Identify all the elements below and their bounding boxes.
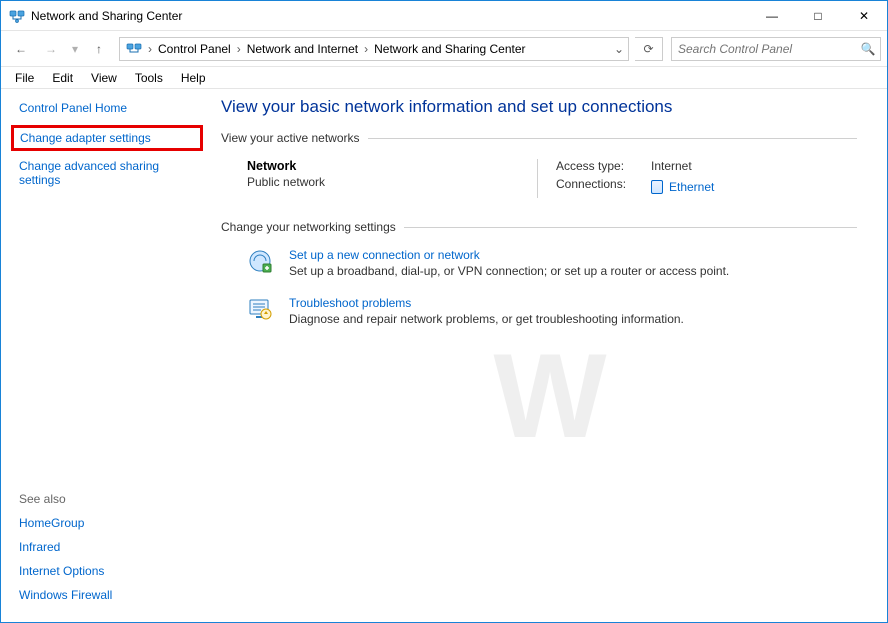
crumb-sep-icon: › [235, 42, 243, 56]
maximize-icon: □ [814, 9, 821, 23]
network-settings-list: Set up a new connection or network Set u… [247, 248, 857, 326]
access-type-label: Access type: [556, 159, 651, 173]
back-button[interactable]: ← [7, 36, 35, 62]
menu-edit[interactable]: Edit [44, 69, 81, 87]
see-also-header: See also [19, 492, 203, 506]
sidebar: Control Panel Home Change adapter settin… [1, 89, 213, 622]
window-controls: — □ ✕ [749, 1, 887, 30]
connection-link[interactable]: Ethernet [669, 180, 714, 194]
troubleshoot-link[interactable]: Troubleshoot problems [289, 296, 411, 310]
sidebar-item-advanced[interactable]: Change advanced sharing settings [19, 159, 159, 187]
window: Network and Sharing Center — □ ✕ ← → ▾ ↑… [0, 0, 888, 623]
search-icon[interactable]: 🔍 [856, 42, 880, 56]
search-box: 🔍 [671, 37, 881, 61]
see-also-windows-firewall[interactable]: Windows Firewall [19, 588, 112, 602]
access-type-value: Internet [651, 159, 692, 173]
minimize-button[interactable]: — [749, 1, 795, 30]
setup-connection-icon [247, 248, 273, 274]
menu-tools[interactable]: Tools [127, 69, 171, 87]
search-input[interactable] [672, 42, 856, 56]
menu-bar: File Edit View Tools Help [1, 67, 887, 89]
network-type: Public network [247, 175, 537, 189]
breadcrumb[interactable]: Control Panel [154, 42, 235, 56]
address-dropdown-button[interactable]: ⌄ [610, 42, 628, 56]
up-button[interactable]: ↑ [85, 36, 113, 62]
troubleshoot-desc: Diagnose and repair network problems, or… [289, 312, 684, 326]
page-heading: View your basic network information and … [221, 97, 857, 117]
sidebar-item-adapter[interactable]: Change adapter settings [20, 131, 151, 145]
section-change-settings: Change your networking settings [221, 220, 857, 234]
menu-help[interactable]: Help [173, 69, 214, 87]
refresh-button[interactable]: ⟳ [635, 37, 663, 61]
body: Control Panel Home Change adapter settin… [1, 89, 887, 622]
see-also-internet-options[interactable]: Internet Options [19, 564, 104, 578]
breadcrumb[interactable]: Network and Sharing Center [370, 42, 529, 56]
recent-locations-button[interactable]: ▾ [67, 36, 83, 62]
setting-troubleshoot: Troubleshoot problems Diagnose and repai… [247, 296, 857, 326]
up-icon: ↑ [96, 42, 102, 56]
crumb-sep-icon: › [362, 42, 370, 56]
forward-icon: → [45, 42, 57, 56]
see-also-infrared[interactable]: Infrared [19, 540, 60, 554]
setup-connection-link[interactable]: Set up a new connection or network [289, 248, 480, 262]
address-bar[interactable]: › Control Panel › Network and Internet ›… [119, 37, 629, 61]
menu-view[interactable]: View [83, 69, 125, 87]
sidebar-item-home[interactable]: Control Panel Home [19, 101, 127, 115]
active-network: Network Public network Access type: Inte… [247, 159, 857, 198]
titlebar: Network and Sharing Center — □ ✕ [1, 1, 887, 31]
address-icon [126, 41, 142, 57]
crumb-sep-icon: › [146, 42, 154, 56]
ethernet-icon [651, 180, 663, 194]
section-label: Change your networking settings [221, 220, 404, 234]
minimize-icon: — [766, 9, 778, 23]
setup-connection-desc: Set up a broadband, dial-up, or VPN conn… [289, 264, 729, 278]
menu-file[interactable]: File [7, 69, 42, 87]
sidebar-item-highlight: Change adapter settings [11, 125, 203, 151]
chevron-down-icon: ▾ [72, 42, 78, 56]
close-icon: ✕ [859, 9, 869, 23]
section-label: View your active networks [221, 131, 368, 145]
setting-setup-connection: Set up a new connection or network Set u… [247, 248, 857, 278]
connections-label: Connections: [556, 177, 651, 194]
app-icon [9, 8, 25, 24]
refresh-icon: ⟳ [643, 42, 653, 56]
navbar: ← → ▾ ↑ › Control Panel › Network and In… [1, 31, 887, 67]
troubleshoot-icon [247, 296, 273, 322]
window-title: Network and Sharing Center [31, 9, 182, 23]
main-panel: W View your basic network information an… [213, 89, 887, 622]
network-name: Network [247, 159, 537, 173]
section-active-networks: View your active networks [221, 131, 857, 145]
see-also-homegroup[interactable]: HomeGroup [19, 516, 84, 530]
forward-button[interactable]: → [37, 36, 65, 62]
back-icon: ← [15, 42, 27, 56]
breadcrumb[interactable]: Network and Internet [243, 42, 362, 56]
close-button[interactable]: ✕ [841, 1, 887, 30]
maximize-button[interactable]: □ [795, 1, 841, 30]
